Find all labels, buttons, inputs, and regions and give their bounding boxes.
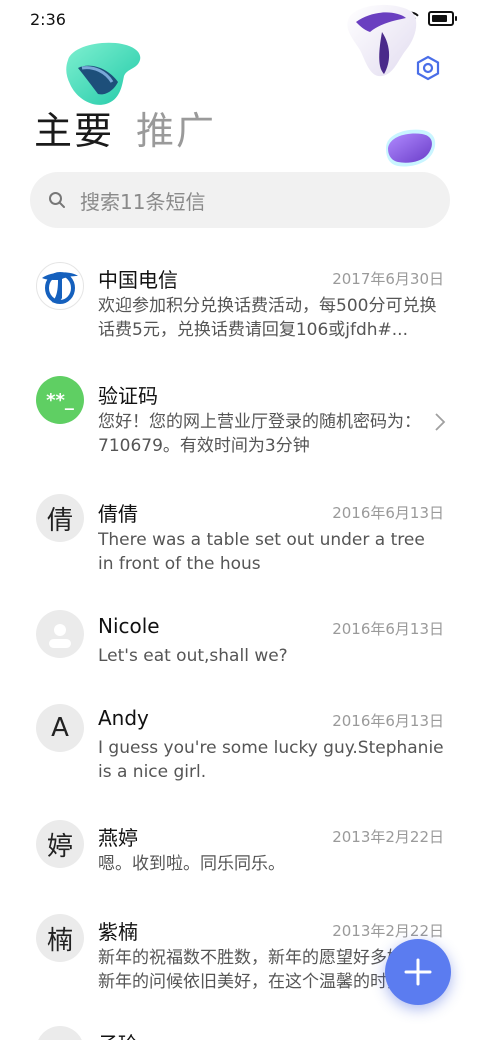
conversation-date: 2016年6月13日 <box>332 504 444 522</box>
avatar <box>36 262 84 310</box>
avatar-text: **_ <box>46 389 74 411</box>
conversation-name: 紫楠 <box>98 920 138 944</box>
plus-icon <box>404 958 432 986</box>
search-icon <box>49 192 65 208</box>
conversation-name: 子玲 <box>98 1028 138 1040</box>
china-telecom-logo-icon <box>42 272 78 304</box>
list-item[interactable]: 中国电信 2017年6月30日 欢迎参加积分兑换话费活动，每500分可兑换话费5… <box>0 240 480 360</box>
conversation-preview: I guess you're some lucky guy.Stephanie … <box>98 738 444 782</box>
conversation-preview: Let's eat out,shall we? <box>98 646 288 666</box>
conversation-preview: 嗯。收到啦。同乐同乐。 <box>98 854 285 874</box>
avatar-text: 倩 <box>46 505 73 536</box>
avatar: **_ <box>36 376 84 424</box>
list-item[interactable]: 子玲 <box>0 1016 480 1040</box>
conversation-preview: There was a table set out under a tree i… <box>98 530 425 574</box>
battery-level <box>432 14 447 22</box>
avatar-text: 婷 <box>46 831 73 862</box>
hexagon-settings-icon <box>416 55 440 81</box>
list-item[interactable]: 倩 倩倩 2016年6月13日 There was a table set ou… <box>0 478 480 596</box>
conversation-name: 燕婷 <box>98 826 138 850</box>
teal-decoration-icon <box>66 42 141 105</box>
search-input[interactable]: 搜索11条短信 <box>30 172 450 228</box>
status-time: 2:36 <box>30 10 66 29</box>
avatar <box>36 610 84 658</box>
purple-decoration-icon <box>347 4 417 77</box>
messages-screen: 2:36 主要 推广 搜索11条短信 中国电信 2017年6月30日 欢迎参加积… <box>0 0 480 1040</box>
chevron-right-icon[interactable] <box>434 412 446 432</box>
person-icon <box>49 624 71 648</box>
conversation-name: Nicole <box>98 614 160 638</box>
conversation-name: 中国电信 <box>98 268 178 292</box>
conversation-date: 2017年6月30日 <box>332 270 444 288</box>
conversation-preview: 您好！您的网上营业厅登录的随机密码为：710679。有效时间为3分钟 <box>98 412 421 456</box>
conversation-date: 2013年2月22日 <box>332 828 444 846</box>
list-item[interactable]: A Andy 2016年6月13日 I guess you're some lu… <box>0 692 480 810</box>
conversation-name: 倩倩 <box>98 502 138 526</box>
conversation-name: 验证码 <box>98 384 158 408</box>
avatar: 婷 <box>36 820 84 868</box>
battery-icon <box>428 10 457 26</box>
avatar-text: A <box>51 713 69 743</box>
avatar: 楠 <box>36 914 84 962</box>
purple-bean-decoration-icon <box>386 129 436 167</box>
conversation-date: 2016年6月13日 <box>332 712 444 730</box>
tab-bar: 主要 推广 <box>34 108 216 154</box>
compose-button[interactable] <box>385 939 451 1005</box>
avatar <box>36 1026 84 1040</box>
avatar-text: 楠 <box>46 925 73 956</box>
conversation-name: Andy <box>98 706 149 730</box>
list-item[interactable]: Nicole 2016年6月13日 Let's eat out,shall we… <box>0 596 480 692</box>
conversation-date: 2016年6月13日 <box>332 620 444 638</box>
search-placeholder: 搜索11条短信 <box>80 189 206 214</box>
conversation-preview: 欢迎参加积分兑换话费活动，每500分可兑换话费5元，兑换话费请回复106或jfd… <box>98 296 437 340</box>
tab-promotion[interactable]: 推广 <box>136 108 216 154</box>
avatar: A <box>36 704 84 752</box>
tab-main[interactable]: 主要 <box>34 108 114 154</box>
conversation-date: 2013年2月22日 <box>332 922 444 940</box>
list-item[interactable]: **_ 验证码 您好！您的网上营业厅登录的随机密码为：710679。有效时间为3… <box>0 360 480 478</box>
avatar: 倩 <box>36 494 84 542</box>
settings-button[interactable] <box>414 54 442 82</box>
list-item[interactable]: 婷 燕婷 2013年2月22日 嗯。收到啦。同乐同乐。 <box>0 810 480 906</box>
